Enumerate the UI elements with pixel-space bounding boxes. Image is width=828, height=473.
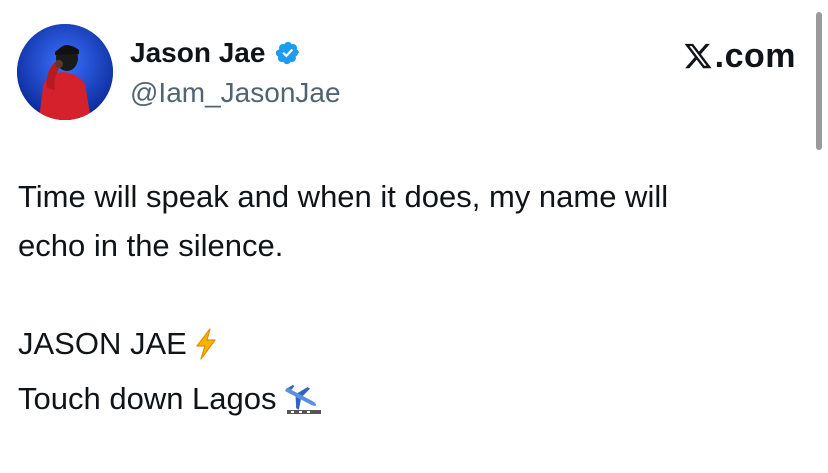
author-name-row: Jason Jae — [130, 36, 301, 70]
verified-badge-icon — [275, 40, 301, 66]
scrollbar[interactable] — [816, 12, 822, 150]
tweet-text: Time will speak and when it does, my nam… — [18, 172, 798, 429]
author-display-name[interactable]: Jason Jae — [130, 36, 265, 70]
author-handle[interactable]: @Iam_JasonJae — [130, 76, 341, 110]
airplane-arrival-emoji-icon — [283, 380, 323, 429]
profile-photo-icon — [17, 24, 113, 120]
tweet-line-text: JASON JAE — [18, 326, 187, 361]
lightning-bolt-emoji-icon — [193, 325, 219, 374]
x-logo-icon — [684, 43, 712, 69]
tweet-line: echo in the silence. — [18, 228, 284, 263]
tweet-line-with-emoji: JASON JAE — [18, 319, 798, 374]
tweet-line-with-emoji: Touch down Lagos — [18, 374, 798, 429]
brand-domain-suffix: .com — [714, 37, 796, 75]
tweet-line: Time will speak and when it does, my nam… — [18, 179, 669, 214]
tweet-line-text: Touch down Lagos — [18, 381, 277, 416]
brand-watermark: .com — [683, 36, 796, 76]
author-avatar[interactable] — [17, 24, 113, 120]
